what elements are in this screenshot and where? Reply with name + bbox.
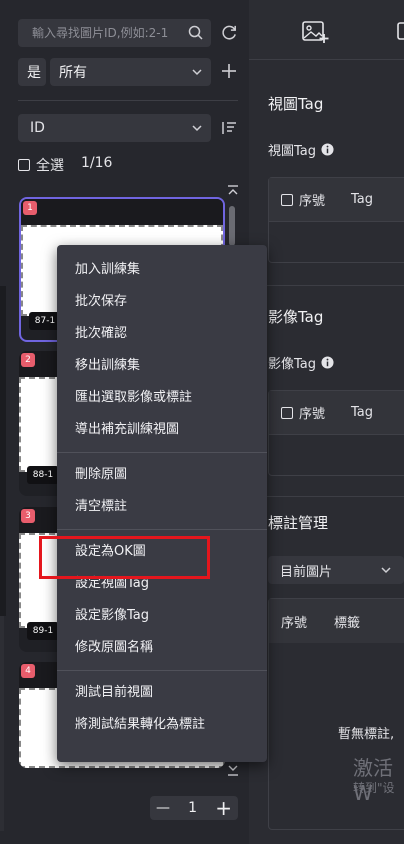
menu-add-to-training-set[interactable]: 加入訓練集 [57, 254, 267, 286]
thumbnail-badge: 3 [21, 509, 35, 523]
search-icon[interactable] [187, 24, 205, 42]
info-icon[interactable] [321, 143, 334, 156]
view-tag-table: 序號 Tag [268, 177, 404, 263]
thumbnail-badge: 2 [21, 353, 35, 367]
filter-operator-select[interactable]: 是 [18, 58, 46, 86]
checkbox[interactable] [281, 193, 293, 206]
page-prev-button[interactable]: — [156, 800, 170, 816]
thumbnail-header [21, 199, 223, 225]
sort-field-select[interactable]: ID [18, 114, 211, 142]
menu-batch-confirm[interactable]: 批次確認 [57, 318, 267, 350]
menu-rename-original[interactable]: 修改原圖名稱 [57, 632, 267, 664]
scrollbar-thumb[interactable] [229, 206, 235, 246]
table-header: 序號 Tag [269, 391, 404, 435]
menu-test-current-view[interactable]: 測試目前視圖 [57, 677, 267, 709]
annotation-title: 標註管理 [268, 514, 329, 532]
toolbar-icon-partial[interactable] [396, 21, 404, 41]
refresh-icon[interactable] [220, 23, 239, 42]
menu-batch-save[interactable]: 批次保存 [57, 286, 267, 318]
divider [249, 285, 404, 286]
scroll-to-bottom-icon[interactable] [226, 761, 240, 777]
menu-export-selected[interactable]: 匯出選取影像或標註 [57, 382, 267, 414]
select-all-checkbox[interactable]: 全選 [18, 155, 64, 175]
menu-separator [57, 452, 267, 453]
search-box[interactable] [18, 19, 211, 47]
thumbnail-label: 89-1 [27, 622, 59, 640]
highlight-annotation-box [39, 536, 210, 579]
col-tag: Tag [351, 405, 374, 420]
image-tag-subtitle: 影像Tag [268, 353, 334, 372]
menu-convert-test-results[interactable]: 將測試結果轉化為標註 [57, 709, 267, 741]
left-edge [0, 286, 6, 616]
select-all-label: 全選 [36, 158, 64, 174]
image-tag-table: 序號 Tag [268, 390, 404, 476]
sort-order-icon[interactable] [220, 120, 238, 136]
menu-delete-original[interactable]: 刪除原圖 [57, 459, 267, 491]
pager: — 1 + [150, 796, 238, 820]
scroll-to-top-icon[interactable] [226, 184, 240, 200]
filter-value: 所有 [59, 65, 87, 81]
annotation-scope-value: 目前圖片 [280, 564, 333, 580]
add-image-icon[interactable] [301, 20, 329, 44]
menu-separator [57, 529, 267, 530]
sort-field-value: ID [30, 120, 45, 136]
info-icon[interactable] [321, 356, 334, 369]
table-header: 序號 Tag [269, 178, 404, 222]
thumbnail-label: 88-1 [27, 466, 59, 484]
selection-count: 1/16 [81, 155, 113, 171]
left-edge-lower [0, 616, 4, 831]
page-number[interactable]: 1 [188, 800, 197, 816]
chevron-down-icon [192, 69, 202, 76]
thumbnail-badge: 1 [23, 201, 37, 215]
filter-value-select[interactable]: 所有 [50, 58, 211, 86]
col-index: 序號 [299, 194, 326, 209]
view-tag-title: 視圖Tag [268, 95, 324, 113]
context-menu: 加入訓練集 批次保存 批次確認 移出訓練集 匯出選取影像或標註 導出補充訓練視圖… [57, 245, 267, 762]
menu-remove-from-training-set[interactable]: 移出訓練集 [57, 350, 267, 382]
checkbox[interactable] [281, 406, 293, 419]
chevron-down-icon [381, 567, 391, 574]
col-tag: Tag [351, 192, 374, 207]
filter-operator-value: 是 [27, 65, 41, 81]
watermark-subtitle: 转到"设 [353, 781, 395, 795]
empty-annotation-text: 暫無標註, [338, 727, 395, 742]
menu-clear-annotations[interactable]: 清空標註 [57, 491, 267, 523]
image-tag-title: 影像Tag [268, 308, 324, 326]
divider [249, 496, 404, 497]
annotation-scope-select[interactable]: 目前圖片 [268, 556, 404, 584]
view-tag-sub-label: 視圖Tag [268, 144, 317, 159]
image-tag-sub-label: 影像Tag [268, 357, 317, 372]
menu-export-training-views[interactable]: 導出補充訓練視圖 [57, 414, 267, 446]
checkbox[interactable] [18, 159, 30, 171]
page-next-button[interactable]: + [215, 796, 232, 820]
divider [18, 100, 238, 101]
thumbnail-badge: 4 [21, 664, 35, 678]
menu-set-image-tag[interactable]: 設定影像Tag [57, 600, 267, 632]
col-label: 標籤 [334, 615, 361, 631]
add-filter-icon[interactable] [221, 63, 237, 79]
menu-separator [57, 670, 267, 671]
search-input[interactable] [32, 26, 192, 40]
view-tag-subtitle: 視圖Tag [268, 140, 334, 159]
col-index: 序號 [299, 407, 326, 422]
table-header: 序號 標籤 [269, 599, 404, 643]
col-index: 序號 [281, 615, 308, 631]
chevron-down-icon [192, 125, 202, 132]
